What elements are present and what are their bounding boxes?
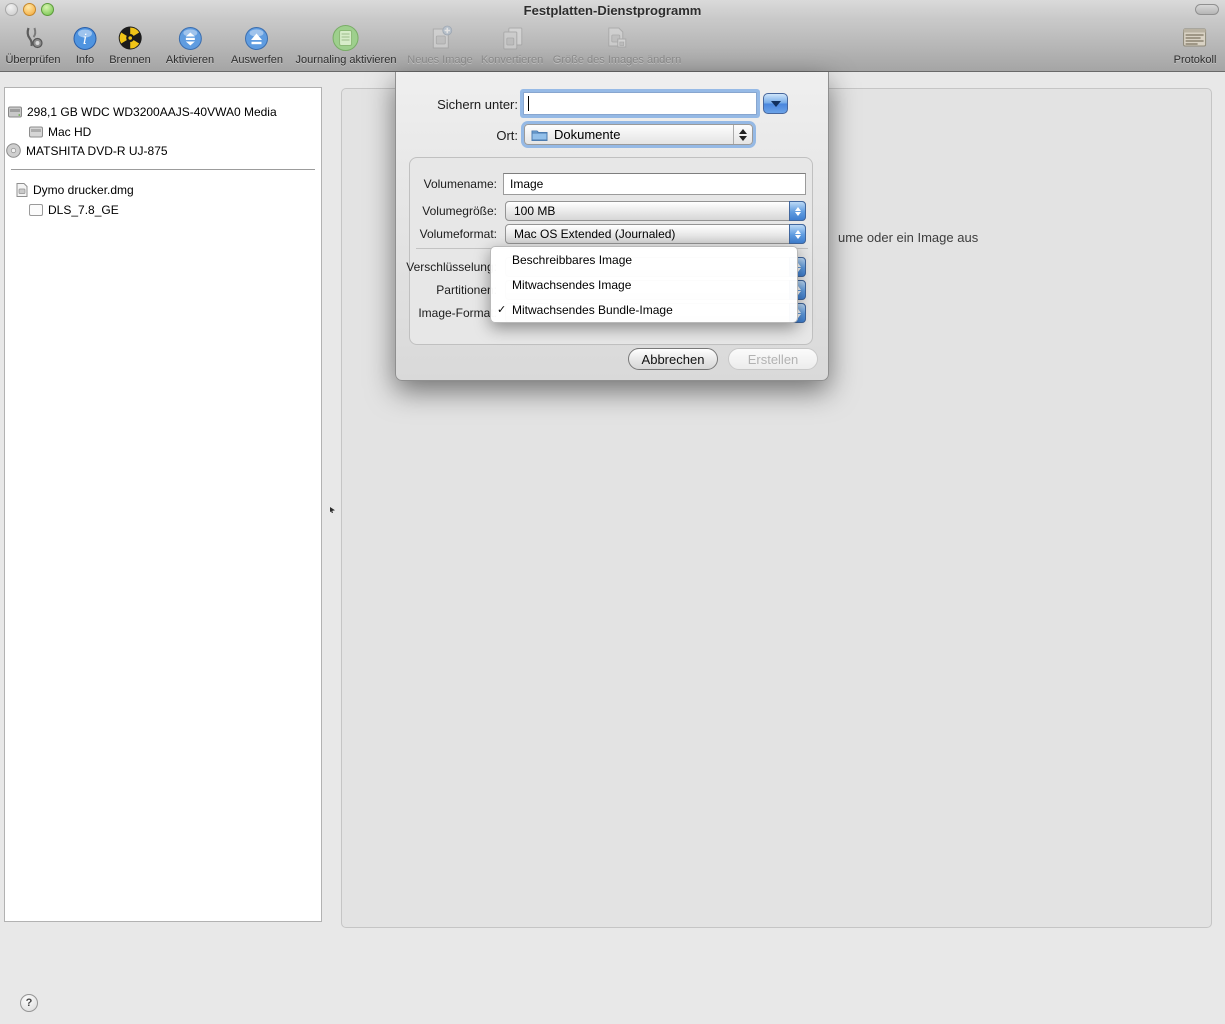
- mount-button[interactable]: Aktivieren: [166, 23, 214, 66]
- sidebar-item-label: Dymo drucker.dmg: [33, 183, 134, 197]
- sidebar-item-label: DLS_7.8_GE: [48, 203, 119, 217]
- volume-size-label: Volumegröße:: [337, 204, 497, 218]
- convert-icon: [481, 23, 543, 53]
- info-button[interactable]: i Info: [73, 23, 98, 66]
- location-popup[interactable]: Dokumente: [524, 124, 753, 145]
- window-title: Festplatten-Dienstprogramm: [524, 3, 702, 18]
- sidebar-item-disk[interactable]: 298,1 GB WDC WD3200AAJS-40VWA0 Media: [8, 103, 277, 120]
- popup-stepper-icon: [789, 224, 806, 244]
- sidebar-item-dls[interactable]: DLS_7.8_GE: [29, 201, 119, 218]
- verify-icon: [5, 23, 60, 53]
- new-image-button: Neues Image: [407, 23, 472, 66]
- resize-image-button: Größe des Images ändern: [553, 23, 681, 66]
- eject-icon: [231, 23, 283, 53]
- mouse-cursor: [330, 507, 335, 513]
- optical-drive-icon: [6, 143, 21, 158]
- journaling-button[interactable]: Journaling aktivieren: [296, 23, 397, 66]
- text-caret: [528, 96, 529, 111]
- chevron-down-icon: [771, 101, 781, 107]
- eject-button[interactable]: Auswerfen: [231, 23, 283, 66]
- sidebar-separator: [11, 169, 315, 170]
- internal-drive-icon: [8, 106, 22, 118]
- volume-format-label: Volumeformat:: [337, 227, 497, 241]
- sidebar-item-label: 298,1 GB WDC WD3200AAJS-40VWA0 Media: [27, 105, 277, 119]
- resize-image-icon: [553, 23, 681, 53]
- partitions-label: Partitionen:: [337, 283, 497, 297]
- image-format-label: Image-Format:: [337, 306, 497, 320]
- select-volume-hint-fragment: ume oder ein Image aus: [838, 230, 978, 245]
- journal-icon: [296, 23, 397, 53]
- menu-item-writable-image[interactable]: Beschreibbares Image: [491, 247, 797, 272]
- sidebar-item-label: MATSHITA DVD-R UJ-875: [26, 144, 168, 158]
- volume-name-label: Volumename:: [337, 177, 497, 191]
- volume-format-popup[interactable]: Mac OS Extended (Journaled): [505, 224, 806, 244]
- mount-icon: [166, 23, 214, 53]
- minimize-button[interactable]: [23, 3, 36, 16]
- popup-stepper-icon: [733, 125, 752, 144]
- cancel-button[interactable]: Abbrechen: [628, 348, 718, 370]
- log-button[interactable]: Protokoll: [1174, 23, 1217, 66]
- create-button: Erstellen: [728, 348, 818, 370]
- image-volume-icon: [29, 204, 43, 216]
- title-bar: Festplatten-Dienstprogramm: [0, 0, 1225, 20]
- location-label: Ort:: [496, 128, 518, 143]
- encryption-label: Verschlüsselung:: [337, 260, 497, 274]
- folder-icon: [531, 128, 548, 141]
- burn-icon: [109, 23, 151, 53]
- close-button: [5, 3, 18, 16]
- sidebar-item-dvd[interactable]: MATSHITA DVD-R UJ-875: [6, 142, 168, 159]
- help-button[interactable]: ?: [20, 994, 38, 1012]
- toolbar: Überprüfen i Info: [0, 20, 1225, 72]
- location-value: Dokumente: [554, 127, 620, 142]
- popup-stepper-icon: [789, 201, 806, 221]
- convert-button: Konvertieren: [481, 23, 543, 66]
- sidebar-item-dmg[interactable]: Dymo drucker.dmg: [16, 181, 134, 198]
- expand-sheet-button[interactable]: [763, 93, 788, 114]
- log-icon: [1174, 23, 1217, 53]
- volume-name-input[interactable]: [503, 173, 806, 195]
- sidebar-item-machd[interactable]: Mac HD: [29, 123, 91, 140]
- toolbar-toggle-pill[interactable]: [1195, 4, 1219, 15]
- menu-item-sparse-bundle-image[interactable]: ✓ Mitwachsendes Bundle-Image: [491, 297, 797, 322]
- sidebar-item-label: Mac HD: [48, 125, 91, 139]
- menu-item-sparse-image[interactable]: Mitwachsendes Image: [491, 272, 797, 297]
- device-list: 298,1 GB WDC WD3200AAJS-40VWA0 Media Mac…: [4, 87, 322, 922]
- info-icon: i: [73, 23, 98, 53]
- save-as-label: Sichern unter:: [437, 97, 518, 112]
- new-image-sheet: Sichern unter: Ort: Dokumente Volumename…: [395, 72, 829, 381]
- verify-button[interactable]: Überprüfen: [5, 23, 60, 66]
- svg-text:i: i: [83, 32, 87, 48]
- burn-button[interactable]: Brennen: [109, 23, 151, 66]
- checkmark-icon: ✓: [497, 303, 506, 316]
- new-image-icon: [407, 23, 472, 53]
- save-as-input[interactable]: [523, 92, 757, 115]
- disk-image-icon: [16, 183, 28, 197]
- image-format-menu: Beschreibbares Image Mitwachsendes Image…: [490, 246, 798, 323]
- volume-icon: [29, 126, 43, 138]
- volume-size-popup[interactable]: 100 MB: [505, 201, 806, 221]
- zoom-button[interactable]: [41, 3, 54, 16]
